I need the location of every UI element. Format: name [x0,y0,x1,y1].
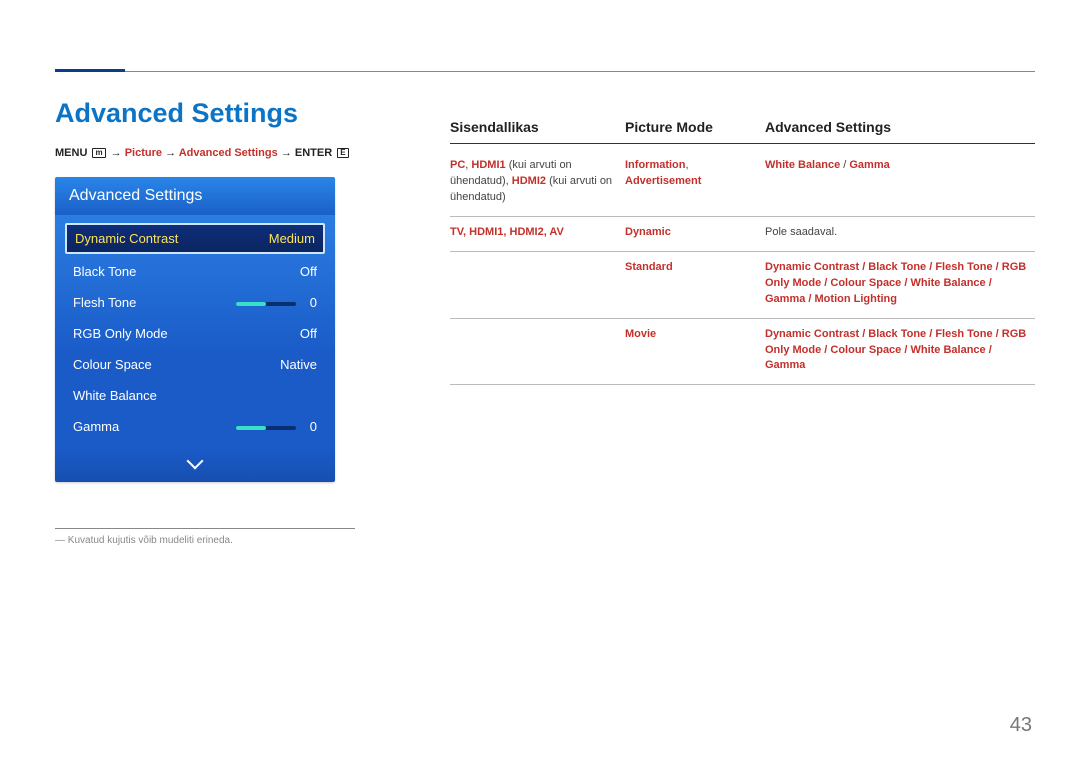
osd-label: Black Tone [73,264,136,279]
cell-adv: White Balance / Gamma [765,158,1035,206]
osd-value: Medium [269,231,315,246]
footnote-divider [55,528,355,529]
osd-row-white-balance[interactable]: White Balance [65,382,325,409]
cell-pm: Dynamic [625,225,765,241]
osd-slider-wrap: 0 [236,295,317,310]
breadcrumb-arrow: → [165,147,179,159]
slider-icon[interactable] [236,302,296,306]
table-header: Sisendallikas Picture Mode Advanced Sett… [450,119,1035,144]
src-pc: PC [450,159,465,171]
osd-row-gamma[interactable]: Gamma 0 [65,413,325,440]
pm-info: Information [625,159,686,171]
header-sisendallikas: Sisendallikas [450,119,625,135]
osd-row-rgb-only[interactable]: RGB Only Mode Off [65,320,325,347]
osd-value: Off [300,326,317,341]
page-number: 43 [1010,714,1032,737]
osd-label: Dynamic Contrast [75,231,178,246]
breadcrumb-arrow: → [281,147,295,159]
adv-gamma: Gamma [849,159,889,171]
osd-label: White Balance [73,388,157,403]
cell-adv: Pole saadaval. [765,225,1035,241]
breadcrumb-adv: Advanced Settings [179,147,278,159]
osd-value: Off [300,264,317,279]
cell-src: PC, HDMI1 (kui arvuti on ühendatud), HDM… [450,158,625,206]
header-picture-mode: Picture Mode [625,119,765,135]
adv-wb: White Balance [765,159,840,171]
osd-label: RGB Only Mode [73,326,168,341]
table-row: PC, HDMI1 (kui arvuti on ühendatud), HDM… [450,150,1035,217]
enter-icon: E [337,148,348,158]
page-content: Advanced Settings MENU m → Picture → Adv… [55,70,1035,546]
breadcrumb-picture: Picture [125,147,162,159]
osd-label: Flesh Tone [73,295,136,310]
osd-label: Colour Space [73,357,152,372]
chevron-down-icon [187,453,204,470]
cell-src-empty [450,327,625,375]
osd-row-dynamic-contrast[interactable]: Dynamic Contrast Medium [65,223,325,254]
breadcrumb-arrow: → [111,147,125,159]
pm-ad: Advertisement [625,175,701,187]
footnote-prefix: ― [55,535,65,546]
breadcrumb-enter: ENTER [295,147,332,159]
header-advanced-settings: Advanced Settings [765,119,1035,135]
src-hdmi2: HDMI2 [512,175,546,187]
cell-adv: Dynamic Contrast / Black Tone / Flesh To… [765,327,1035,375]
cell-src: TV, HDMI1, HDMI2, AV [450,225,625,241]
table-row-group: TV, HDMI1, HDMI2, AV Dynamic Pole saadav… [450,217,1035,386]
breadcrumb-menu: MENU [55,147,87,159]
cell-pm: Movie [625,327,765,375]
osd-row-black-tone[interactable]: Black Tone Off [65,258,325,285]
table-row: Movie Dynamic Contrast / Black Tone / Fl… [450,319,1035,386]
osd-header: Advanced Settings [55,177,335,215]
osd-row-flesh-tone[interactable]: Flesh Tone 0 [65,289,325,316]
osd-value: 0 [310,419,317,434]
src-hdmi1: HDMI1 [471,159,505,171]
osd-value: 0 [310,295,317,310]
slider-icon[interactable] [236,426,296,430]
osd-label: Gamma [73,419,119,434]
osd-panel: Advanced Settings Dynamic Contrast Mediu… [55,177,335,482]
cell-pm: Standard [625,260,765,308]
osd-footer[interactable] [55,448,335,482]
osd-row-colour-space[interactable]: Colour Space Native [65,351,325,378]
pm-sep: , [686,159,689,171]
comparison-table: Sisendallikas Picture Mode Advanced Sett… [450,119,1035,385]
menu-icon: m [92,148,105,158]
osd-value: Native [280,357,317,372]
osd-slider-wrap: 0 [236,419,317,434]
table-row: Standard Dynamic Contrast / Black Tone /… [450,252,1035,319]
footnote-text: Kuvatud kujutis võib mudeliti erineda. [68,535,233,546]
cell-src-empty [450,260,625,308]
table-row: TV, HDMI1, HDMI2, AV Dynamic Pole saadav… [450,217,1035,252]
footnote: ― Kuvatud kujutis võib mudeliti erineda. [55,535,355,546]
cell-adv: Dynamic Contrast / Black Tone / Flesh To… [765,260,1035,308]
osd-body: Dynamic Contrast Medium Black Tone Off F… [55,215,335,448]
cell-pm: Information, Advertisement [625,158,765,206]
